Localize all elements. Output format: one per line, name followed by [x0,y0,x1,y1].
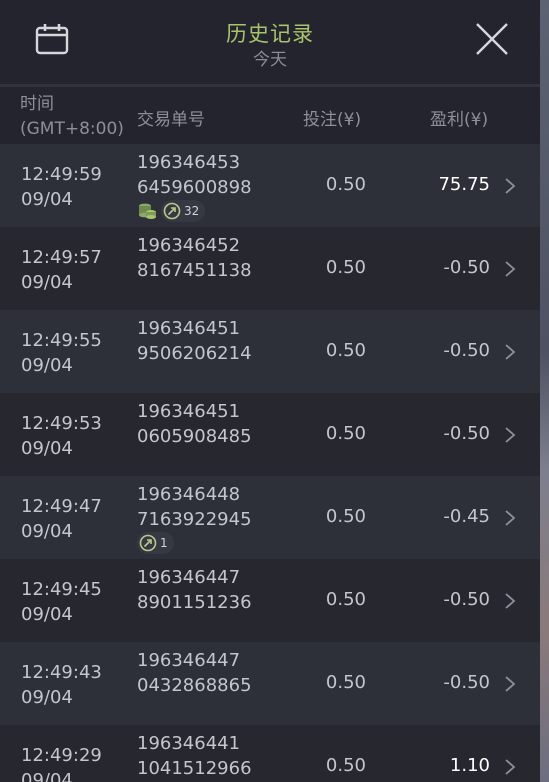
history-row[interactable]: 12:49:43 09/04 196346447 0432868865 0.50 -0.5… [0,642,540,725]
chevron-right-icon [505,593,516,609]
row-time: 12:49:59 09/04 [21,164,102,210]
row-bet: 0.50 [325,589,366,610]
row-bet: 0.50 [325,755,366,776]
row-profit: 1.10 [449,755,490,776]
row-order-id: 196346448 7163922945 [137,484,252,530]
header: 历史记录 今天 [0,0,540,84]
background-edge [540,0,549,782]
row-order-id: 196346453 6459600898 [137,152,252,198]
close-icon[interactable] [474,21,510,57]
multiplier-badge: 32 [161,200,206,222]
chevron-right-icon [505,178,516,194]
row-order-id: 196346451 0605908485 [137,401,252,447]
row-badges: 32 [137,200,206,222]
history-row[interactable]: 12:49:53 09/04 196346451 0605908485 0.50 -0.5… [0,393,540,476]
row-order-id: 196346451 9506206214 [137,318,252,364]
chevron-right-icon [505,427,516,443]
row-profit: -0.50 [443,589,490,610]
column-bet: 投注(¥) [303,110,362,130]
history-panel: 历史记录 今天 时间 (GMT+8:00) 交易单号 投注(¥) 盈利(¥) 1… [0,0,540,782]
row-profit: -0.45 [443,506,490,527]
history-list: 12:49:59 09/04 196346453 6459600898 0.50 75.7… [0,144,540,782]
row-time: 12:49:53 09/04 [21,413,102,459]
row-order-id: 196346447 0432868865 [137,650,252,696]
row-badges: 1 [137,532,174,554]
row-profit: -0.50 [443,340,490,361]
column-order: 交易单号 [137,110,205,130]
column-time: 时间 (GMT+8:00) [20,94,124,139]
row-profit: -0.50 [443,257,490,278]
history-row[interactable]: 12:49:29 09/04 196346441 1041512966 0.50 1.10 [0,725,540,782]
column-header: 时间 (GMT+8:00) 交易单号 投注(¥) 盈利(¥) [0,87,540,144]
column-profit: 盈利(¥) [430,110,489,130]
row-bet: 0.50 [325,423,366,444]
row-time: 12:49:45 09/04 [21,579,102,625]
row-order-id: 196346441 1041512966 [137,733,252,779]
chevron-right-icon [505,676,516,692]
row-time: 12:49:57 09/04 [21,247,102,293]
page-subtitle: 今天 [253,50,287,70]
history-row[interactable]: 12:49:45 09/04 196346447 8901151236 0.50 -0.5… [0,559,540,642]
row-time: 12:49:55 09/04 [21,330,102,376]
row-profit: 75.75 [438,174,490,195]
page-title: 历史记录 [226,22,314,46]
row-order-id: 196346452 8167451138 [137,235,252,281]
chevron-right-icon [505,759,516,775]
row-bet: 0.50 [325,174,366,195]
arrow-icon [163,202,181,220]
row-time: 12:49:29 09/04 [21,745,102,782]
row-bet: 0.50 [325,672,366,693]
row-bet: 0.50 [325,340,366,361]
chevron-right-icon [505,261,516,277]
row-bet: 0.50 [325,257,366,278]
coins-icon [139,203,156,219]
history-row[interactable]: 12:49:55 09/04 196346451 9506206214 0.50 -0.5… [0,310,540,393]
chevron-right-icon [505,510,516,526]
chevron-right-icon [505,344,516,360]
row-time: 12:49:43 09/04 [21,662,102,708]
multiplier-badge: 1 [137,532,174,554]
row-order-id: 196346447 8901151236 [137,567,252,613]
history-row[interactable]: 12:49:47 09/04 196346448 7163922945 0.50 -0.4… [0,476,540,559]
history-row[interactable]: 12:49:57 09/04 196346452 8167451138 0.50 -0.5… [0,227,540,310]
arrow-icon [139,534,157,552]
history-row[interactable]: 12:49:59 09/04 196346453 6459600898 0.50 75.7… [0,144,540,227]
row-profit: -0.50 [443,672,490,693]
row-bet: 0.50 [325,506,366,527]
row-profit: -0.50 [443,423,490,444]
row-time: 12:49:47 09/04 [21,496,102,542]
